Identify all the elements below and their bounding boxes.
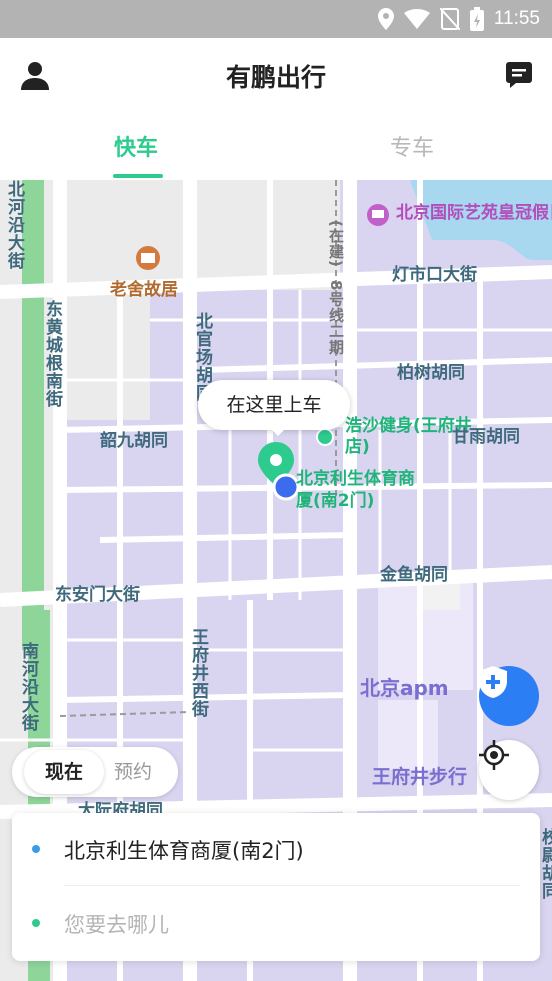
map-label-baishu: 柏树胡同 <box>397 363 465 383</box>
app-header: 有鹏出行 <box>0 38 552 110</box>
destination-input[interactable]: 您要去哪儿 <box>64 909 169 939</box>
safety-button[interactable] <box>479 666 539 726</box>
map-label-line8: 8号线二期 <box>327 280 345 356</box>
locate-icon <box>479 740 509 770</box>
service-tabs: 快车 专车 <box>0 110 552 180</box>
map-label-museum: 老舍故居 <box>110 280 178 300</box>
time-switch: 现在 预约 <box>12 747 178 797</box>
map-label-beiheyan: 北河沿大街 <box>4 180 24 270</box>
map-label-dongan: 东安门大街 <box>55 585 140 605</box>
map-label-lisheng: 北京利生体育商厦(南2门) <box>296 469 415 511</box>
map-label-nanheyan: 南河沿大街 <box>18 642 38 732</box>
active-tab-indicator <box>113 174 163 178</box>
map-label-dengshikou: 灯市口大街 <box>392 265 477 285</box>
pickup-bubble-tail <box>270 428 286 436</box>
status-icons: 11:55 <box>377 7 540 31</box>
shield-icon <box>479 666 507 698</box>
locate-button[interactable] <box>479 740 539 800</box>
status-time: 11:55 <box>493 8 540 29</box>
wifi-icon <box>403 9 430 29</box>
map-label-zaijian: (在建) <box>327 220 345 268</box>
location-icon <box>377 8 394 30</box>
map-label-shaojiu: 韶九胡同 <box>100 431 168 451</box>
map-label-wangfujingxi: 王府井西街 <box>188 628 208 718</box>
pickup-bubble[interactable]: 在这里上车 <box>198 380 350 430</box>
pickup-row[interactable]: 北京利生体育商厦(南2门) <box>12 813 540 885</box>
map-label-donghuang: 东黄城根南街 <box>42 300 62 408</box>
tab-kuaiche[interactable]: 快车 <box>114 130 158 162</box>
map-label-jinyu: 金鱼胡同 <box>380 565 448 585</box>
map-label-apm: 北京apm <box>360 676 449 700</box>
address-divider <box>64 885 520 886</box>
map-label-nanhu: 甘雨胡同 <box>452 427 520 447</box>
no-sim-icon <box>439 8 460 30</box>
destination-row[interactable]: 您要去哪儿 <box>12 887 540 959</box>
reserve-option[interactable]: 预约 <box>114 750 152 794</box>
status-bar: 11:55 <box>0 0 552 38</box>
tab-zhuanche[interactable]: 专车 <box>390 130 434 162</box>
map-label-hotel: 北京国际艺苑皇冠假日酒店 <box>396 203 552 223</box>
pickup-dot-icon <box>32 845 40 853</box>
now-option[interactable]: 现在 <box>24 750 104 794</box>
address-card: 北京利生体育商厦(南2门) 您要去哪儿 <box>12 813 540 961</box>
battery-charging-icon <box>469 7 484 31</box>
message-icon[interactable] <box>506 62 532 88</box>
pickup-address: 北京利生体育商厦(南2门) <box>64 839 304 863</box>
destination-dot-icon <box>32 919 40 927</box>
page-title: 有鹏出行 <box>225 63 326 92</box>
map-label-wangfujing-walk: 王府井步行 <box>372 766 468 788</box>
